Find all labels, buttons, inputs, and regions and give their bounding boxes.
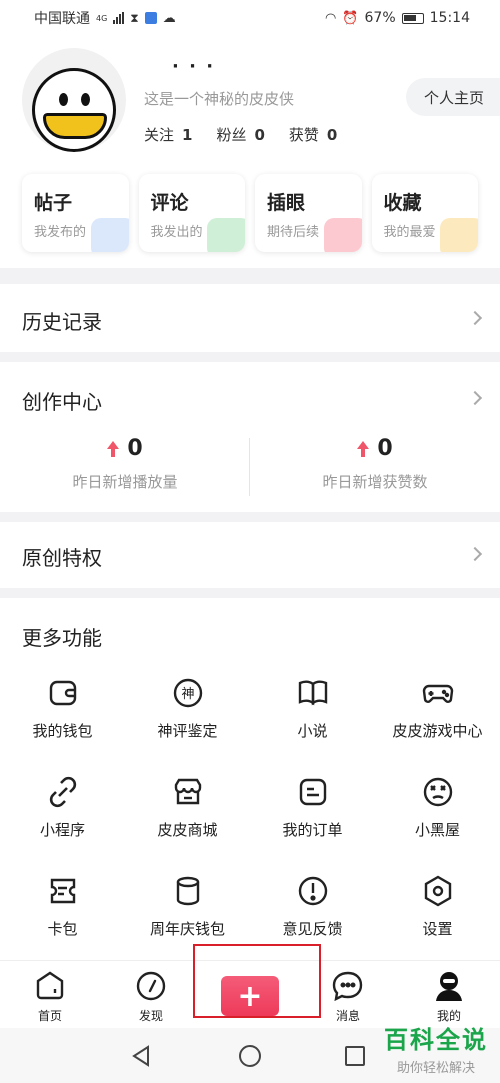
up-arrow-icon [357, 440, 370, 457]
beak [43, 113, 107, 139]
card-title: 收藏 [383, 192, 422, 214]
nav-messages[interactable]: 消息 [313, 969, 383, 1024]
nav-discover[interactable]: 发现 [116, 969, 186, 1024]
back-icon[interactable] [130, 1044, 152, 1068]
ninja-avatar-icon [436, 972, 462, 1001]
post-button-highlight: + [193, 944, 321, 1018]
feature-mini-program[interactable]: 小程序 [0, 767, 125, 866]
chat-bubble-icon [332, 971, 363, 1002]
original-privilege-row[interactable]: 原创特权 [0, 522, 500, 588]
duck-face-icon [32, 68, 116, 152]
status-right: ◠ ⏰ 67% 15:14 [325, 10, 470, 26]
link-icon [49, 776, 76, 808]
watermark-logo: 百科全说 助你轻松解决 [384, 1026, 488, 1076]
avatar[interactable] [22, 48, 126, 152]
feature-wallet[interactable]: 我的钱包 [0, 668, 125, 767]
more-title: 更多功能 [22, 626, 102, 650]
feature-orders[interactable]: 我的订单 [250, 767, 375, 866]
feature-settings[interactable]: 设置 [375, 866, 500, 965]
status-left: 中国联通 4G ⧗ ☁ [34, 8, 176, 28]
metric-value: 0 [127, 436, 143, 461]
store-icon [174, 778, 201, 805]
feature-novel[interactable]: 小说 [250, 668, 375, 767]
clock: 15:14 [429, 10, 470, 26]
hourglass-icon: ⧗ [130, 10, 139, 25]
left-eye [59, 93, 68, 106]
feature-blackroom[interactable]: 小黑屋 [375, 767, 500, 866]
post-button[interactable]: + [221, 976, 279, 1016]
card-posts[interactable]: 帖子 我发布的 [22, 174, 129, 252]
card-title: 帖子 [34, 192, 73, 214]
original-title: 原创特权 [22, 546, 102, 570]
dizzy-face-icon [423, 777, 452, 807]
profile-stats: 关注 1 粉丝 0 获赞 0 [144, 124, 337, 145]
eye-deco-icon [323, 218, 362, 252]
settings-icon [424, 875, 451, 907]
status-bar: 中国联通 4G ⧗ ☁ ◠ ⏰ 67% 15:14 [0, 0, 500, 36]
headset-icon: ◠ [324, 10, 337, 26]
compass-icon [136, 971, 166, 1001]
svg-text:神: 神 [181, 687, 194, 702]
recents-icon[interactable] [344, 1045, 366, 1067]
metric-value: 0 [377, 436, 393, 461]
history-row[interactable]: 历史记录 [0, 284, 500, 352]
home-circle-icon[interactable] [238, 1044, 262, 1068]
metric-label: 昨日新增获赞数 [322, 473, 428, 491]
nickname: · · · [172, 56, 216, 77]
posts-deco-icon [90, 218, 129, 252]
content-cards: 帖子 我发布的 评论 我发出的 插眼 期待后续 收藏 我的最爱 [22, 174, 478, 252]
feature-store[interactable]: 皮皮商城 [125, 767, 250, 866]
feedback-icon [298, 876, 327, 906]
wallet-icon [49, 680, 76, 706]
right-eye [81, 93, 90, 106]
stat-followers[interactable]: 粉丝 0 [216, 124, 264, 145]
nav-mine[interactable]: 我的 [414, 969, 484, 1024]
home-icon [36, 971, 64, 1000]
book-icon [298, 680, 327, 706]
gamepad-icon [422, 684, 453, 703]
creator-title: 创作中心 [22, 390, 102, 414]
feature-shenping[interactable]: 神 神评鉴定 [125, 668, 250, 767]
star-deco-icon [440, 218, 478, 252]
personal-homepage-button[interactable]: 个人主页 [405, 78, 500, 116]
card-pack-icon [50, 878, 75, 904]
card-comments[interactable]: 评论 我发出的 [138, 174, 245, 252]
profile-header: · · · 这是一个神秘的皮皮侠 个人主页 关注 1 粉丝 0 获赞 0 帖子 我发布… [0, 36, 500, 268]
cylinder-wallet-icon [176, 876, 199, 906]
metric-plays[interactable]: 0 昨日新增播放量 [0, 436, 250, 492]
comments-deco-icon [207, 218, 245, 252]
card-favorites[interactable]: 收藏 我的最爱 [371, 174, 478, 252]
up-arrow-icon [107, 440, 120, 457]
nav-home[interactable]: 首页 [15, 969, 85, 1024]
stat-likes[interactable]: 获赞 0 [289, 124, 337, 145]
metric-divider [249, 438, 250, 496]
alarm-icon: ⏰ [342, 10, 359, 26]
signal-icon [113, 12, 125, 24]
order-icon [299, 778, 326, 806]
cloud-icon: ☁ [162, 10, 176, 26]
card-bookmarks[interactable]: 插眼 期待后续 [255, 174, 362, 252]
card-title: 评论 [150, 192, 189, 214]
stat-following[interactable]: 关注 1 [144, 124, 192, 145]
chevron-right-icon[interactable] [467, 390, 483, 406]
battery-percent: 67% [364, 10, 396, 26]
carrier-name: 中国联通 [34, 11, 90, 27]
chevron-right-icon [467, 310, 483, 326]
feature-grid: 我的钱包 神 神评鉴定 小说 皮皮游戏中心 小程序 皮皮商城 我的订单 小黑屋 … [0, 668, 500, 965]
bio-text: 这是一个神秘的皮皮侠 [144, 90, 295, 108]
feature-card-pack[interactable]: 卡包 [0, 866, 125, 965]
history-title: 历史记录 [22, 310, 102, 334]
network-badge: 4G [96, 13, 108, 23]
creator-center: 创作中心 0 昨日新增播放量 0 昨日新增获赞数 [0, 362, 500, 512]
app-notification-icon [144, 12, 157, 24]
battery-icon [401, 12, 424, 24]
bottom-nav: 首页 发现 + 消息 我的 [0, 944, 500, 1028]
card-title: 插眼 [267, 192, 306, 214]
chevron-right-icon [467, 546, 483, 562]
feature-game-center[interactable]: 皮皮游戏中心 [375, 668, 500, 767]
metric-label: 昨日新增播放量 [72, 473, 178, 491]
shen-badge-icon: 神 [173, 678, 202, 708]
metric-likes[interactable]: 0 昨日新增获赞数 [250, 436, 500, 492]
